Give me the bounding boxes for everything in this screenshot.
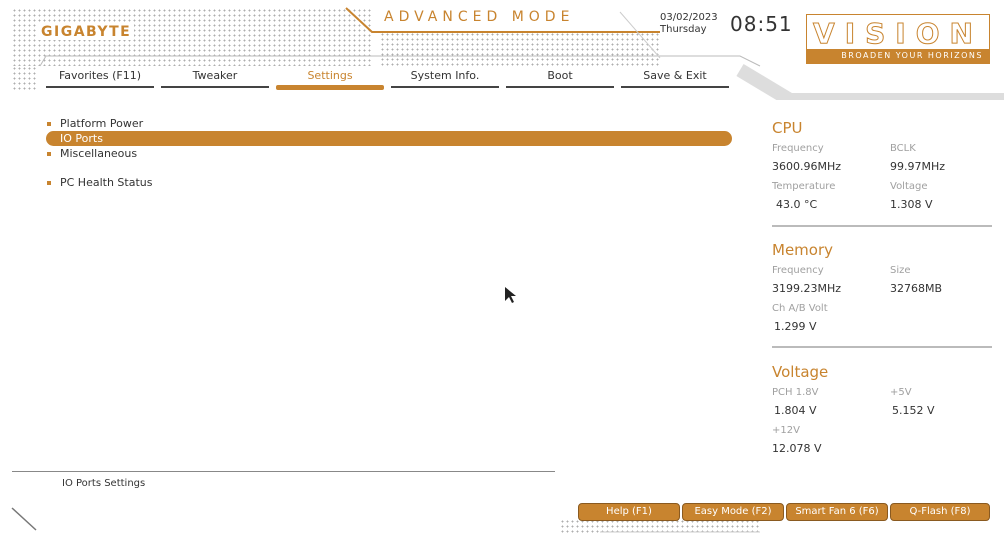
tab-favorites[interactable]: Favorites (F11)	[46, 68, 154, 90]
day-text: Thursday	[660, 24, 707, 35]
hardware-monitor-panel: CPU Frequency BCLK 3600.96MHz 99.97MHz T…	[760, 100, 1004, 546]
menu-item-label: Platform Power	[60, 117, 144, 130]
cpu-bclk-label: BCLK	[890, 143, 916, 154]
memory-size-value: 32768MB	[890, 282, 943, 295]
settings-menu: Platform Power IO Ports Miscellaneous PC…	[46, 116, 732, 190]
memory-size-label: Size	[890, 265, 911, 276]
memory-section-title: Memory	[772, 241, 834, 259]
help-description: IO Ports Settings	[62, 478, 146, 489]
tab-settings-label: Settings	[307, 69, 353, 82]
advanced-mode-title: ADVANCED MODE	[384, 9, 575, 25]
bullet-icon	[47, 152, 51, 156]
menu-item-miscellaneous[interactable]: Miscellaneous	[46, 146, 732, 161]
memory-volt-value: 1.299 V	[774, 320, 817, 333]
qflash-button[interactable]: Q-Flash (F8)	[890, 503, 990, 521]
bullet-icon	[47, 181, 51, 185]
12v-value: 12.078 V	[772, 442, 822, 455]
tab-boot[interactable]: Boot	[506, 68, 614, 90]
date-display: 03/02/2023 Thursday	[660, 12, 718, 36]
12v-label: +12V	[772, 425, 800, 436]
voltage-section-title: Voltage	[772, 363, 829, 381]
cpu-section-title: CPU	[772, 119, 803, 137]
tab-system-info[interactable]: System Info.	[391, 68, 499, 90]
tab-tweaker[interactable]: Tweaker	[161, 68, 269, 90]
cpu-frequency-label: Frequency	[772, 143, 824, 154]
tab-system-info-label: System Info.	[410, 69, 480, 82]
tab-save-exit-label: Save & Exit	[643, 69, 707, 82]
tab-settings[interactable]: Settings	[276, 68, 384, 90]
vision-tagline: BROADEN YOUR HORIZONS	[807, 49, 989, 63]
vision-logo-text: VISION	[813, 17, 983, 51]
date-text: 03/02/2023	[660, 12, 718, 23]
pch-voltage-value: 1.804 V	[774, 404, 817, 417]
cpu-bclk-value: 99.97MHz	[890, 160, 946, 173]
5v-label: +5V	[890, 387, 912, 398]
menu-item-io-ports[interactable]: IO Ports	[46, 131, 732, 146]
cpu-voltage-value: 1.308 V	[890, 198, 933, 211]
memory-frequency-value: 3199.23MHz	[772, 282, 842, 295]
menu-item-label: IO Ports	[60, 132, 103, 145]
help-divider	[12, 471, 555, 472]
main-tab-bar: Favorites (F11) Tweaker Settings System …	[46, 68, 734, 90]
cpu-temperature-label: Temperature	[772, 181, 836, 192]
easy-mode-button[interactable]: Easy Mode (F2)	[682, 503, 784, 521]
cpu-frequency-value: 3600.96MHz	[772, 160, 842, 173]
cpu-divider	[772, 225, 992, 227]
gigabyte-logo: GIGABYTE	[38, 24, 135, 40]
menu-item-label: Miscellaneous	[60, 147, 138, 160]
menu-item-label: PC Health Status	[60, 176, 153, 189]
bullet-icon	[47, 122, 51, 126]
menu-item-platform-power[interactable]: Platform Power	[46, 116, 732, 131]
menu-item-pc-health-status[interactable]: PC Health Status	[46, 175, 732, 190]
tab-favorites-label: Favorites (F11)	[58, 69, 142, 82]
tab-tweaker-label: Tweaker	[192, 69, 238, 82]
vision-logo: VISION BROADEN YOUR HORIZONS	[806, 14, 990, 64]
smart-fan-button[interactable]: Smart Fan 6 (F6)	[786, 503, 888, 521]
cpu-voltage-label: Voltage	[890, 181, 928, 192]
memory-divider	[772, 346, 992, 348]
cpu-temperature-value: 43.0 °C	[776, 198, 818, 211]
5v-value: 5.152 V	[892, 404, 935, 417]
time-display: 08:51	[730, 12, 793, 36]
pch-voltage-label: PCH 1.8V	[772, 387, 819, 398]
mouse-cursor-icon	[505, 287, 516, 303]
tab-boot-label: Boot	[547, 69, 573, 82]
help-button[interactable]: Help (F1)	[578, 503, 680, 521]
memory-volt-label: Ch A/B Volt	[772, 303, 828, 314]
tab-save-exit[interactable]: Save & Exit	[621, 68, 729, 90]
memory-frequency-label: Frequency	[772, 265, 824, 276]
